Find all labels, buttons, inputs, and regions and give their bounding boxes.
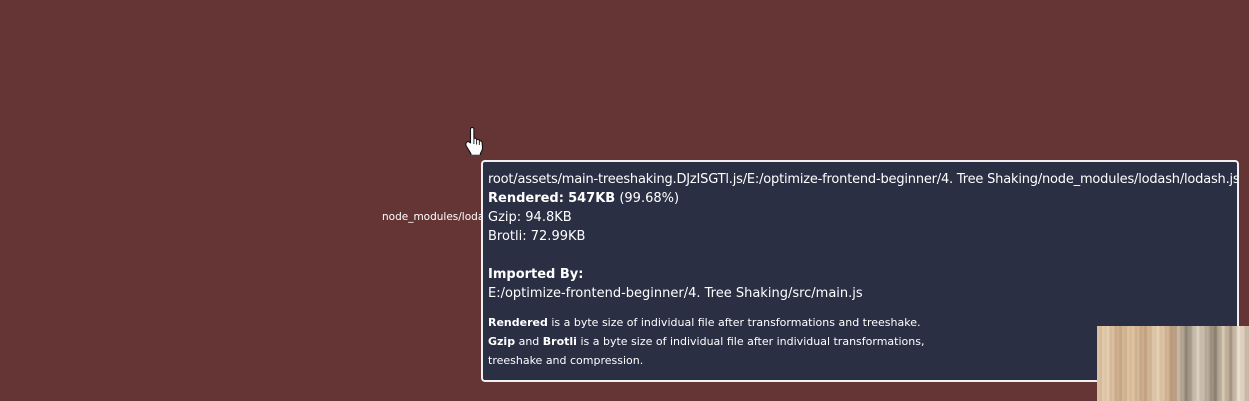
module-path: root/assets/main-treeshaking.DJzISGTl.js…	[488, 172, 1239, 187]
gzip-size: Gzip: 94.8KB	[488, 210, 572, 225]
rendered-label: Rendered:	[488, 191, 564, 206]
imported-by-path: E:/optimize-frontend-beginner/4. Tree Sh…	[488, 286, 863, 301]
webcam-overlay	[1097, 326, 1249, 401]
rendered-size: Rendered: 547KB (99.68%)	[488, 189, 1237, 208]
treemap-node-label[interactable]: node_modules/lodas	[382, 211, 490, 224]
hand-pointer-icon	[465, 127, 484, 155]
brotli-size: Brotli: 72.99KB	[488, 229, 586, 244]
rendered-value: 547KB	[568, 191, 616, 206]
treemap-canvas[interactable]: node_modules/lodas root/assets/main-tree…	[0, 0, 1249, 401]
imported-by-heading: Imported By:	[488, 267, 584, 282]
rendered-percent: (99.68%)	[619, 191, 680, 206]
